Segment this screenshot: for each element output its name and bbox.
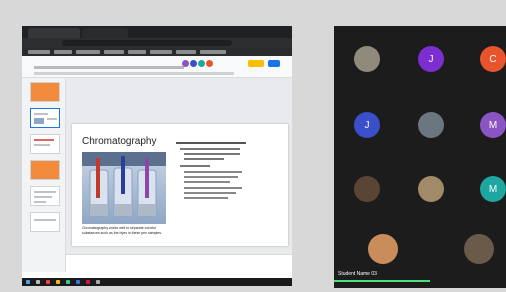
slide-thumbnail[interactable] xyxy=(30,134,60,154)
participant-initial: J xyxy=(428,53,434,65)
speaker-video[interactable] xyxy=(368,234,398,264)
browser-tab[interactable] xyxy=(28,28,80,38)
participant-avatar[interactable]: J xyxy=(354,112,380,138)
slide-thumbnail[interactable] xyxy=(30,186,60,206)
taskbar-app-icon[interactable] xyxy=(76,280,80,284)
taskbar-app-icon[interactable] xyxy=(66,280,70,284)
slide-thumbnail[interactable] xyxy=(30,108,60,128)
avatar[interactable] xyxy=(206,60,213,67)
bookmark[interactable] xyxy=(28,50,50,54)
toolbar[interactable] xyxy=(34,72,234,75)
browser-tab[interactable] xyxy=(82,28,128,38)
slide-title: Chromatography xyxy=(82,136,157,147)
slide-filmstrip xyxy=(22,78,66,272)
participant-photo-avatar[interactable] xyxy=(418,176,444,202)
bookmark[interactable] xyxy=(104,50,124,54)
bookmark[interactable] xyxy=(76,50,100,54)
speaker-notes[interactable] xyxy=(66,254,292,272)
slide-thumbnail[interactable] xyxy=(30,82,60,102)
slide-thumbnail[interactable] xyxy=(30,160,60,180)
taskbar-app-icon[interactable] xyxy=(56,280,60,284)
url-input[interactable] xyxy=(62,40,232,46)
browser-tab-strip xyxy=(22,26,292,38)
participant-photo-avatar[interactable] xyxy=(354,46,380,72)
slide[interactable]: Chromatography Chromatography works well… xyxy=(72,124,288,246)
avatar[interactable] xyxy=(182,60,189,67)
participant-initial: C xyxy=(489,53,497,65)
active-speaker-indicator xyxy=(334,280,430,282)
bookmark[interactable] xyxy=(54,50,72,54)
bookmark[interactable] xyxy=(200,50,226,54)
participant-initial: M xyxy=(488,183,498,195)
speaker-name-label: Student Name 03 xyxy=(338,271,377,277)
avatar[interactable] xyxy=(198,60,205,67)
bookmark[interactable] xyxy=(176,50,196,54)
participant-avatar[interactable]: J xyxy=(418,46,444,72)
slide-thumbnail[interactable] xyxy=(30,212,60,232)
participant-photo-avatar[interactable] xyxy=(418,112,444,138)
menu-bar[interactable] xyxy=(34,66,184,69)
taskbar-app-icon[interactable] xyxy=(86,280,90,284)
participant-avatar[interactable]: M xyxy=(480,112,506,138)
slide-canvas: Chromatography Chromatography works well… xyxy=(66,78,292,272)
participant-initial: J xyxy=(364,119,370,131)
glassware-image xyxy=(82,152,166,217)
participant-avatar[interactable]: C xyxy=(480,46,506,72)
participant-photo-avatar[interactable] xyxy=(464,234,494,264)
chromatography-photo xyxy=(82,152,166,224)
taskbar xyxy=(22,278,292,286)
participant-initial: M xyxy=(488,119,498,131)
participant-photo-avatar[interactable] xyxy=(354,176,380,202)
share-button[interactable] xyxy=(268,60,280,67)
address-bar xyxy=(22,38,292,48)
taskbar-app-icon[interactable] xyxy=(96,280,100,284)
bookmarks-bar xyxy=(22,48,292,56)
participant-avatar[interactable]: M xyxy=(480,176,506,202)
image-caption: Chromatography works well to separate co… xyxy=(82,226,162,235)
shared-screen: Chromatography Chromatography works well… xyxy=(22,26,292,284)
participant-gallery: J C J M M Student Name 03 xyxy=(334,26,506,288)
start-icon[interactable] xyxy=(26,280,30,284)
bookmark[interactable] xyxy=(150,50,172,54)
taskbar-app-icon[interactable] xyxy=(36,280,40,284)
slides-header xyxy=(22,56,292,78)
avatar[interactable] xyxy=(190,60,197,67)
taskbar-app-icon[interactable] xyxy=(46,280,50,284)
present-button[interactable] xyxy=(248,60,264,67)
bookmark[interactable] xyxy=(128,50,146,54)
